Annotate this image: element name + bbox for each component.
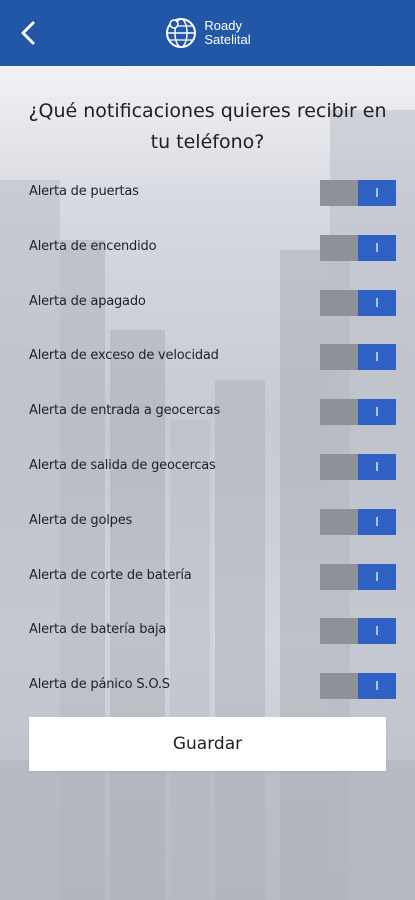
toggle-off-segment <box>320 289 358 316</box>
alert-label: Alerta de exceso de velocidad <box>29 348 219 364</box>
toggle-on-indicator: I <box>375 295 379 310</box>
alert-label: Alerta de corte de batería <box>29 567 192 583</box>
alert-row: Alerta de encendido I <box>0 234 415 261</box>
toggle-off-segment <box>320 563 358 590</box>
globe-logo-icon <box>166 18 197 48</box>
toggle-on-indicator: I <box>375 514 379 529</box>
toggle-on-indicator: I <box>375 186 379 200</box>
alert-toggle[interactable]: I <box>320 344 396 371</box>
toggle-off-segment <box>320 454 358 480</box>
brand-name-line2: Satelital <box>204 32 251 47</box>
alert-toggle[interactable]: I <box>320 454 396 480</box>
chevron-left-icon <box>21 21 35 45</box>
toggle-on-indicator: I <box>375 405 379 420</box>
alert-row: Alerta de salida de geocercas I <box>0 454 415 480</box>
alert-toggle[interactable]: I <box>320 563 396 590</box>
alert-toggle[interactable]: I <box>320 508 396 535</box>
alert-row: Alerta de corte de batería I <box>0 563 415 590</box>
alert-label: Alerta de golpes <box>29 512 133 528</box>
toggle-on-indicator: I <box>375 569 379 584</box>
brand-name-line1: Roady <box>204 18 242 33</box>
alert-row: Alerta de pánico S.O.S I <box>0 673 415 700</box>
alert-toggle[interactable]: I <box>320 180 396 206</box>
alert-label: Alerta de pánico S.O.S <box>29 677 170 693</box>
alert-label: Alerta de puertas <box>29 184 139 199</box>
toggle-on-segment: I <box>358 454 396 480</box>
alert-row: Alerta de apagado I <box>0 289 415 316</box>
alert-row: Alerta de puertas I <box>0 180 415 206</box>
toggle-on-indicator: I <box>375 350 379 365</box>
toggle-off-segment <box>320 508 358 535</box>
page-title: ¿Qué notificaciones quieres recibir en t… <box>28 100 387 153</box>
alert-toggle[interactable]: I <box>320 399 396 426</box>
toggle-off-segment <box>320 180 358 206</box>
toggle-off-segment <box>320 399 358 426</box>
alert-toggle[interactable]: I <box>320 289 396 316</box>
save-button[interactable]: Guardar <box>29 717 386 771</box>
toggle-on-segment: I <box>358 234 396 261</box>
alert-toggle[interactable]: I <box>320 618 396 645</box>
alert-row: Alerta de batería baja I <box>0 618 415 645</box>
alert-label: Alerta de encendido <box>29 238 157 254</box>
toggle-on-segment: I <box>358 180 396 206</box>
toggle-on-indicator: I <box>375 624 379 639</box>
alert-label: Alerta de batería baja <box>29 622 167 638</box>
alert-row: Alerta de exceso de velocidad I <box>0 344 415 371</box>
toggle-on-segment: I <box>358 508 396 535</box>
alert-toggle[interactable]: I <box>320 673 396 700</box>
toggle-off-segment <box>320 673 358 700</box>
toggle-on-indicator: I <box>375 460 379 474</box>
alert-label: Alerta de apagado <box>29 293 146 309</box>
alert-row: Alerta de entrada a geocercas I <box>0 399 415 426</box>
toggle-off-segment <box>320 234 358 261</box>
toggle-off-segment <box>320 344 358 371</box>
toggle-on-segment: I <box>358 399 396 426</box>
toggle-on-segment: I <box>358 673 396 700</box>
alert-toggle[interactable]: I <box>320 234 396 261</box>
toggle-off-segment <box>320 618 358 645</box>
top-app-bar: Roady Satelital <box>0 0 415 66</box>
brand-logo: Roady Satelital <box>164 16 251 50</box>
back-button[interactable] <box>14 18 42 48</box>
alert-label: Alerta de entrada a geocercas <box>29 403 221 419</box>
toggle-on-indicator: I <box>375 679 379 694</box>
toggle-on-segment: I <box>358 618 396 645</box>
toggle-on-segment: I <box>358 344 396 371</box>
alert-label: Alerta de salida de geocercas <box>29 458 216 473</box>
toggle-on-indicator: I <box>375 240 379 255</box>
alert-row: Alerta de golpes I <box>0 508 415 535</box>
toggle-on-segment: I <box>358 289 396 316</box>
toggle-on-segment: I <box>358 563 396 590</box>
